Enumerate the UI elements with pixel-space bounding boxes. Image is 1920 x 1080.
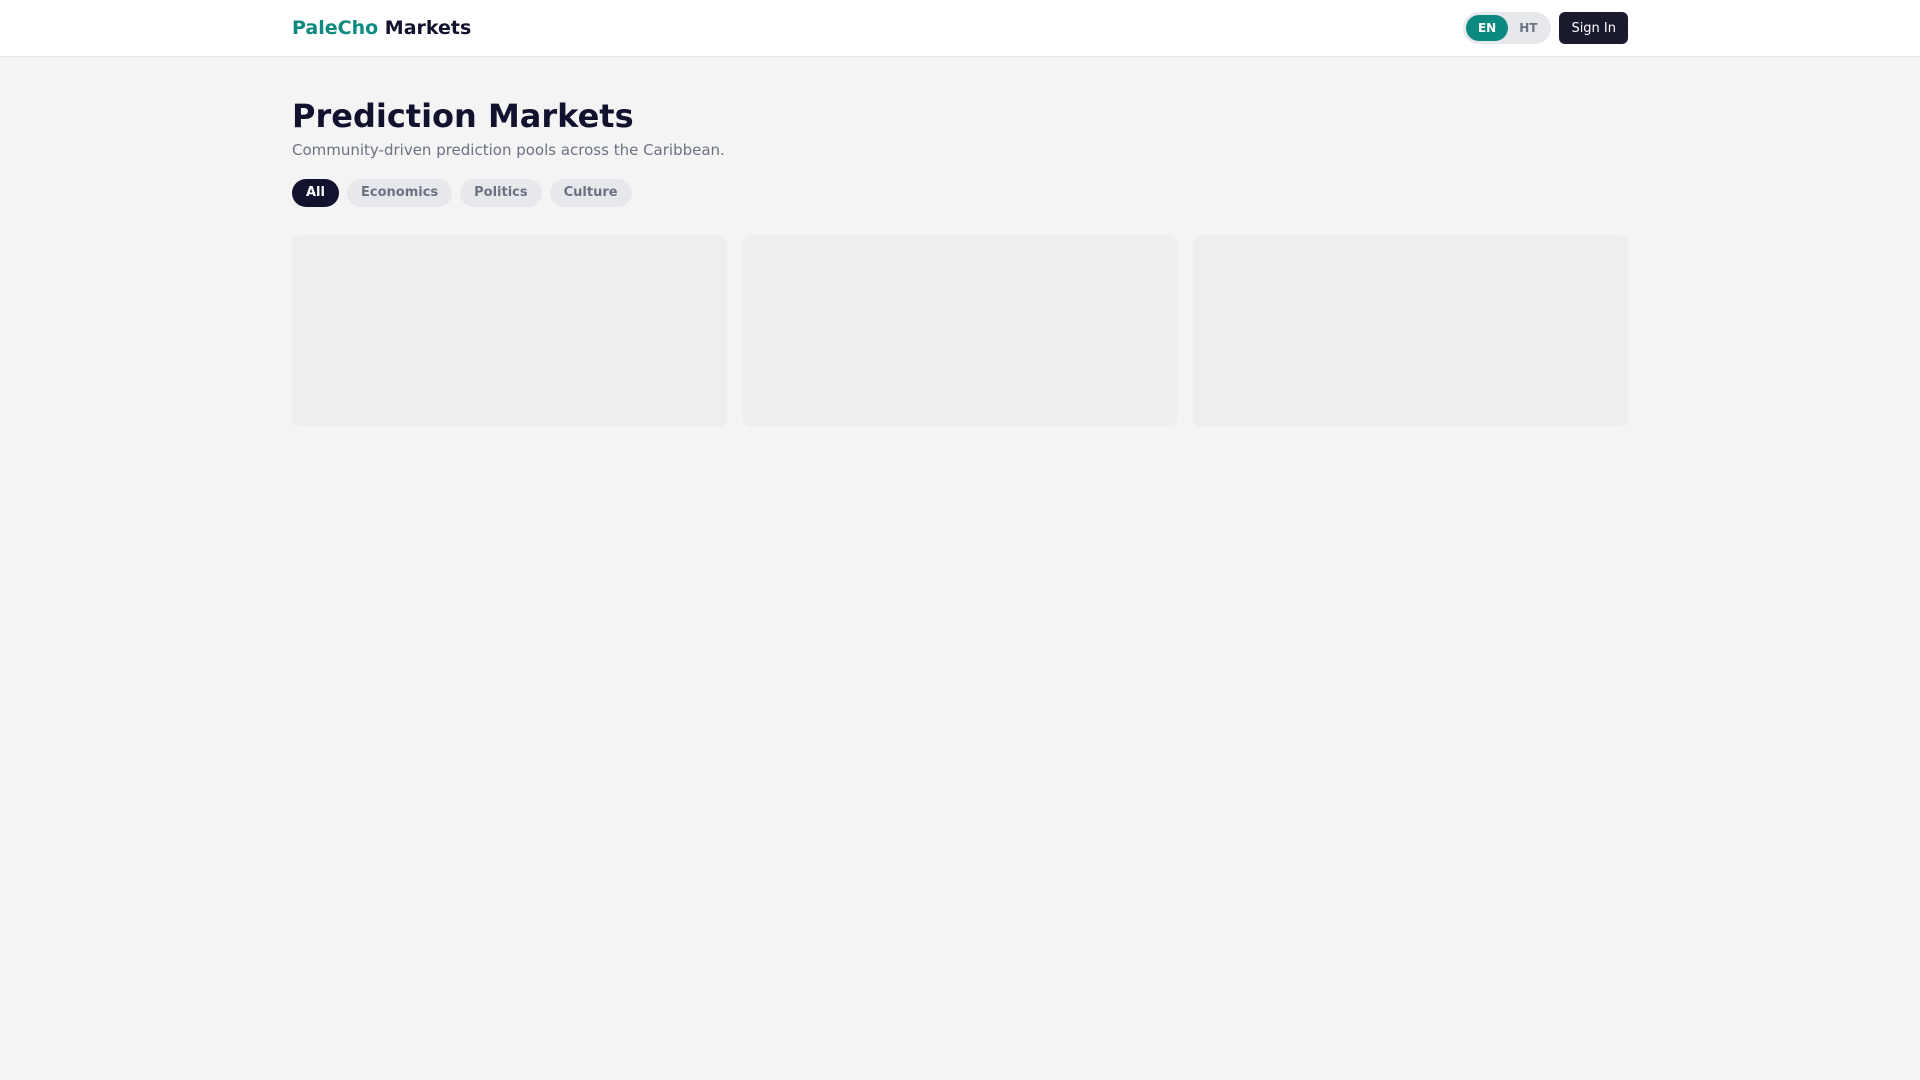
- filter-all[interactable]: All: [292, 179, 339, 208]
- brand-accent: PaleCho: [292, 17, 379, 39]
- lang-ht-button[interactable]: HT: [1508, 15, 1548, 41]
- market-card-skeleton: [1193, 235, 1628, 428]
- page-subtitle: Community-driven prediction pools across…: [292, 141, 725, 160]
- filter-economics[interactable]: Economics: [346, 179, 453, 208]
- page-title: Prediction Markets: [292, 97, 634, 135]
- lang-en-button[interactable]: EN: [1465, 15, 1509, 41]
- main-content: Prediction Markets Community-driven pred…: [292, 57, 1628, 428]
- market-card-skeleton: [742, 235, 1178, 428]
- filter-politics[interactable]: Politics: [460, 179, 542, 208]
- language-toggle: EN HT: [1462, 12, 1552, 44]
- brand-rest: Markets: [384, 17, 472, 39]
- market-grid: [292, 235, 1628, 428]
- top-nav: PaleCho Markets EN HT Sign In: [0, 0, 1920, 57]
- category-filters: All Economics Politics Culture: [292, 179, 1628, 208]
- brand-logo[interactable]: PaleCho Markets: [292, 17, 471, 39]
- market-card-skeleton: [292, 235, 727, 428]
- sign-in-button[interactable]: Sign In: [1559, 12, 1628, 44]
- filter-culture[interactable]: Culture: [549, 179, 632, 208]
